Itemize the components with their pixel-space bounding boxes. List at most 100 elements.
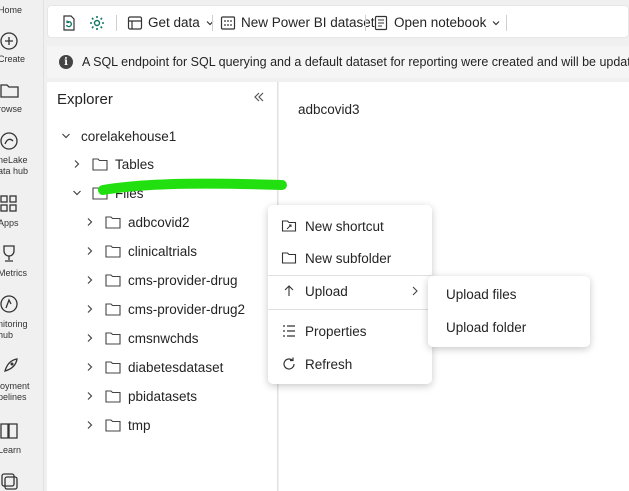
refresh-icon bbox=[281, 356, 297, 372]
chevron-right-icon bbox=[83, 360, 97, 374]
database-icon bbox=[127, 15, 143, 30]
nav-monitoring-label: nitoring bbox=[0, 319, 28, 329]
folder-icon bbox=[105, 274, 121, 287]
tree-folder-label: tmp bbox=[128, 417, 151, 433]
refresh-doc-icon bbox=[63, 14, 75, 31]
folder-icon bbox=[92, 158, 108, 171]
toolbar: Get data New Power BI dataset Open noteb… bbox=[47, 5, 629, 38]
tree-folder-item[interactable]: clinicaltrials bbox=[83, 240, 197, 262]
menu-refresh[interactable]: Refresh bbox=[268, 349, 432, 379]
chevron-right-icon bbox=[83, 418, 97, 432]
folder-title: adbcovid3 bbox=[298, 102, 360, 117]
menu-new-subfolder-label: New subfolder bbox=[305, 250, 392, 266]
workspaces-icon bbox=[1, 473, 18, 490]
menu-new-subfolder[interactable]: New subfolder bbox=[268, 243, 432, 273]
refresh-button[interactable] bbox=[60, 6, 78, 39]
upload-arrow-icon bbox=[281, 283, 297, 299]
tree-folder-item[interactable]: pbidatasets bbox=[83, 385, 197, 407]
folder-icon bbox=[105, 361, 121, 374]
chevron-right-icon bbox=[83, 273, 97, 287]
tree-folder-item[interactable]: cms-provider-drug2 bbox=[83, 298, 245, 320]
chevron-right-icon bbox=[83, 389, 97, 403]
menu-new-shortcut-label: New shortcut bbox=[305, 218, 384, 234]
nav-onelake-label-2: ata hub bbox=[0, 166, 29, 176]
tree-folder-item[interactable]: adbcovid2 bbox=[83, 211, 190, 233]
collapse-panel-icon[interactable] bbox=[252, 90, 266, 109]
info-banner: i A SQL endpoint for SQL querying and a … bbox=[47, 46, 629, 78]
folder-icon bbox=[105, 332, 121, 345]
gear-icon bbox=[90, 15, 104, 30]
settings-button[interactable] bbox=[88, 6, 106, 39]
menu-properties[interactable]: Properties bbox=[268, 316, 432, 346]
chevron-right-icon bbox=[83, 215, 97, 229]
get-data-label: Get data bbox=[148, 15, 200, 30]
tree-folder-item[interactable]: diabetesdataset bbox=[83, 356, 223, 378]
nav-onelake-label: neLake bbox=[0, 155, 28, 165]
get-data-button[interactable]: Get data bbox=[127, 6, 215, 39]
menu-divider bbox=[268, 309, 432, 310]
tree-item-label: Files bbox=[115, 185, 144, 201]
info-icon: i bbox=[59, 55, 73, 69]
chevron-down-icon bbox=[59, 129, 73, 143]
folder-icon bbox=[105, 419, 121, 432]
tree-folder-item[interactable]: cms-provider-drug bbox=[83, 269, 238, 291]
new-dataset-label: New Power BI dataset bbox=[241, 15, 375, 30]
open-notebook-button[interactable]: Open notebook bbox=[373, 6, 501, 39]
tree-folder-label: pbidatasets bbox=[128, 388, 198, 404]
new-power-bi-dataset-button[interactable]: New Power BI dataset bbox=[220, 6, 375, 39]
menu-properties-label: Properties bbox=[305, 323, 367, 339]
explorer-title: Explorer bbox=[57, 91, 113, 108]
tree-folder-item[interactable]: cmsnwchds bbox=[83, 327, 199, 349]
tree-root-label: corelakehouse1 bbox=[81, 128, 177, 144]
nav-home-label: Home bbox=[0, 5, 23, 15]
book-icon bbox=[0, 423, 18, 439]
context-menu: New shortcut New subfolder Upload Proper… bbox=[268, 205, 432, 384]
toolbar-divider bbox=[365, 15, 366, 31]
tree-folder-label: clinicaltrials bbox=[128, 243, 198, 259]
explorer-panel: Explorer corelakehouse1 Tables Files adb… bbox=[47, 82, 278, 491]
nav-apps-label: Apps bbox=[0, 218, 19, 228]
menu-upload-label: Upload bbox=[305, 283, 348, 299]
menu-upload-files[interactable]: Upload files bbox=[446, 287, 517, 302]
dataset-icon bbox=[220, 15, 236, 30]
folder-icon bbox=[105, 216, 121, 229]
list-icon bbox=[281, 323, 297, 339]
folder-icon bbox=[0, 84, 19, 98]
nav-create-label: Create bbox=[0, 54, 26, 64]
tree-folder-label: cms-provider-drug2 bbox=[128, 301, 246, 317]
open-notebook-label: Open notebook bbox=[394, 15, 487, 30]
menu-upload[interactable]: Upload bbox=[268, 276, 432, 306]
menu-upload-folder[interactable]: Upload folder bbox=[446, 320, 526, 335]
rocket-icon bbox=[4, 358, 18, 372]
onelake-icon bbox=[0, 132, 18, 150]
chevron-right-icon bbox=[410, 285, 420, 300]
folder-icon bbox=[92, 187, 108, 200]
toolbar-divider bbox=[116, 15, 117, 31]
tree-folder-label: cmsnwchds bbox=[128, 330, 199, 346]
toolbar-divider bbox=[212, 15, 213, 31]
left-nav-rail: Home Create rowse neLake ata hub Apps Me… bbox=[0, 0, 44, 491]
nav-monitoring-label-2: hub bbox=[0, 330, 14, 340]
tree-item-files[interactable]: Files bbox=[70, 182, 144, 204]
shortcut-icon bbox=[281, 218, 297, 234]
chevron-down-icon bbox=[206, 20, 214, 25]
nav-browse-label: rowse bbox=[0, 104, 23, 114]
tree-folder-item[interactable]: tmp bbox=[83, 414, 151, 436]
apps-icon bbox=[0, 195, 17, 212]
tree-item-label: Tables bbox=[115, 156, 155, 172]
tree-root-lakehouse[interactable]: corelakehouse1 bbox=[59, 125, 176, 147]
chevron-down-icon bbox=[70, 186, 84, 200]
chevron-right-icon bbox=[83, 331, 97, 345]
tree-item-tables[interactable]: Tables bbox=[70, 153, 154, 175]
plus-circle-icon bbox=[0, 32, 18, 50]
chevron-right-icon bbox=[70, 157, 84, 171]
toolbar-divider bbox=[506, 15, 507, 31]
menu-new-shortcut[interactable]: New shortcut bbox=[268, 211, 432, 241]
folder-icon bbox=[105, 390, 121, 403]
tree-folder-label: cms-provider-drug bbox=[128, 272, 238, 288]
chevron-right-icon bbox=[83, 302, 97, 316]
folder-icon bbox=[105, 245, 121, 258]
monitoring-icon bbox=[0, 295, 18, 313]
notebook-icon bbox=[374, 15, 388, 30]
trophy-icon bbox=[3, 245, 15, 262]
